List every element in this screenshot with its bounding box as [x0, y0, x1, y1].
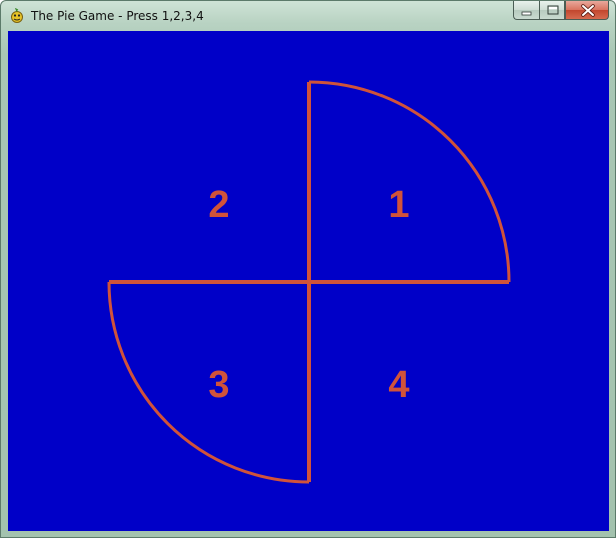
app-window: The Pie Game - Press 1,2,3,4 1 2 3 4: [0, 0, 616, 538]
pie-drawing: 1 2 3 4: [107, 80, 511, 484]
maximize-icon: [547, 5, 559, 15]
close-icon: [581, 4, 595, 17]
pie-quadrant-1-arc: [308, 80, 511, 283]
caption-buttons: [513, 1, 609, 21]
minimize-button[interactable]: [513, 1, 539, 20]
title-bar[interactable]: The Pie Game - Press 1,2,3,4: [1, 1, 615, 31]
game-canvas[interactable]: 1 2 3 4: [8, 31, 609, 531]
minimize-icon: [521, 11, 532, 16]
maximize-button[interactable]: [539, 1, 565, 20]
close-button[interactable]: [565, 1, 609, 20]
pygame-snake-icon: [9, 7, 25, 24]
quadrant-label-1: 1: [388, 184, 409, 226]
quadrant-label-2: 2: [208, 184, 229, 226]
quadrant-label-4: 4: [388, 364, 409, 406]
quadrant-label-3: 3: [208, 364, 229, 406]
window-title: The Pie Game - Press 1,2,3,4: [31, 9, 204, 23]
